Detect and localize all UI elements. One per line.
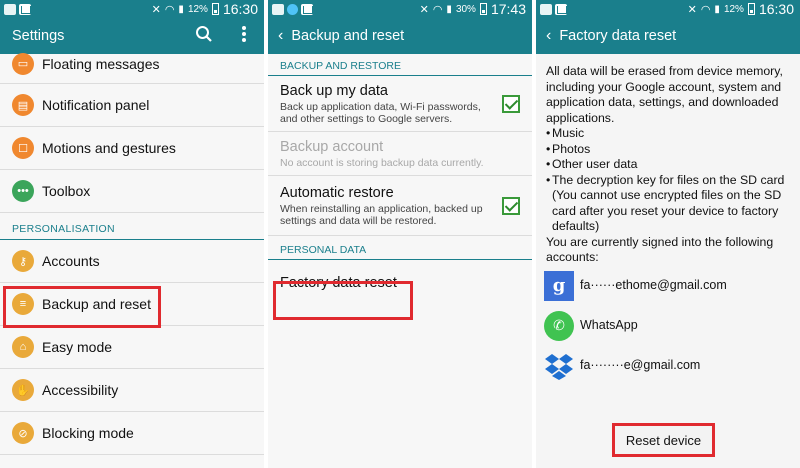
clock: 16:30	[222, 1, 258, 17]
clock: 16:30	[758, 1, 794, 17]
page-title: Settings	[12, 28, 65, 44]
item-summary: Back up application data, Wi-Fi password…	[280, 100, 481, 125]
highlight-box	[273, 281, 413, 320]
settings-list: ▭ Floating messages ▤ Notification panel…	[0, 44, 264, 455]
battery-percent: 12%	[723, 3, 744, 15]
settings-panel: ✕ ◠ ▮ 12% 16:30 Settings ▭ Floating mess…	[0, 0, 264, 468]
factory-reset-panel: ✕ ◠ ▮ 12% 16:30 ‹ Factory data reset All…	[536, 0, 800, 468]
google-icon: g	[544, 270, 574, 301]
settings-item-label: Motions and gestures	[42, 140, 176, 156]
item-title: Automatic restore	[280, 184, 394, 201]
section-header-personal-data: PERSONAL DATA	[268, 236, 532, 260]
battery-icon	[211, 3, 219, 15]
item-summary: No account is storing backup data curren…	[280, 156, 484, 169]
settings-item-label: Toolbox	[42, 183, 91, 199]
backup-my-data-item[interactable]: Back up my data Back up application data…	[268, 76, 532, 132]
battery-icon	[747, 3, 755, 15]
mail-icon	[555, 3, 567, 15]
clock: 17:43	[490, 1, 526, 17]
list-item: • The decryption key for files on the SD …	[546, 172, 785, 187]
automatic-restore-item[interactable]: Automatic restore When reinstalling an a…	[268, 176, 532, 236]
mute-icon: ✕	[151, 3, 161, 16]
notification-panel-icon: ▤	[12, 94, 34, 116]
status-bar: ✕ ◠ ▮ 12% 16:30	[536, 0, 800, 18]
backup-my-data-checkbox[interactable]	[502, 94, 520, 113]
picture-icon	[540, 3, 552, 15]
settings-item-toolbox[interactable]: ••• Toolbox	[0, 170, 264, 213]
whatsapp-icon: ✆	[544, 310, 574, 341]
settings-item-label: Floating messages	[42, 55, 160, 72]
item-title: Backup account	[280, 138, 384, 155]
list-item: • Photos	[546, 141, 591, 156]
settings-item-label: Notification panel	[42, 97, 150, 113]
page-title: Factory data reset	[559, 28, 677, 44]
battery-percent: 30%	[455, 3, 476, 15]
section-header-backup-restore: BACKUP AND RESTORE	[268, 54, 532, 76]
settings-item-label: Accounts	[42, 253, 100, 269]
settings-item-blocking-mode[interactable]: ⊘ Blocking mode	[0, 412, 264, 455]
account-whatsapp: ✆ WhatsApp	[544, 306, 794, 346]
battery-percent: 12%	[187, 3, 208, 15]
settings-item-accounts[interactable]: ⚷ Accounts	[0, 240, 264, 283]
settings-item-label: Easy mode	[42, 339, 113, 355]
highlight-box	[3, 286, 161, 328]
app-bar: ‹ Factory data reset	[536, 18, 800, 54]
settings-item-accessibility[interactable]: ✋ Accessibility	[0, 369, 264, 412]
wifi-icon: ◠	[164, 3, 175, 16]
sync-icon	[287, 3, 298, 15]
mail-icon	[19, 3, 31, 15]
signal-icon: ▮	[714, 3, 720, 15]
settings-item-label: Blocking mode	[42, 425, 134, 441]
encryption-note: (You cannot use encrypted files on the S…	[552, 188, 782, 233]
item-title: Back up my data	[280, 82, 388, 99]
toolbox-icon: •••	[12, 180, 34, 202]
picture-icon	[272, 3, 284, 15]
picture-icon	[4, 3, 16, 15]
item-summary: When reinstalling an application, backed…	[280, 202, 483, 227]
backup-list: BACKUP AND RESTORE Back up my data Back …	[268, 54, 532, 306]
battery-icon	[479, 3, 487, 15]
account-google: g fa······ethome@gmail.com	[544, 266, 794, 306]
wifi-icon: ◠	[432, 3, 443, 16]
app-bar: ‹ Backup and reset	[268, 18, 532, 54]
list-item: • Music	[546, 126, 585, 140]
motions-icon: ☐	[12, 137, 34, 159]
back-arrow-icon[interactable]: ‹	[268, 27, 283, 45]
automatic-restore-checkbox[interactable]	[502, 196, 520, 215]
dropbox-icon	[544, 351, 574, 381]
reset-description: All data will be erased from device memo…	[544, 64, 794, 386]
account-dropbox: fa········e@gmail.com	[544, 346, 794, 386]
back-arrow-icon[interactable]: ‹	[536, 27, 551, 45]
section-header-personalisation: PERSONALISATION	[0, 213, 264, 240]
mute-icon: ✕	[419, 3, 429, 16]
mail-icon	[301, 3, 313, 15]
backup-account-item: Backup account No account is storing bac…	[268, 132, 532, 176]
backup-reset-panel: ✕ ◠ ▮ 30% 17:43 ‹ Backup and reset BACKU…	[268, 0, 532, 468]
list-item: • Other user data	[546, 157, 638, 171]
signal-icon: ▮	[446, 3, 452, 15]
status-bar: ✕ ◠ ▮ 12% 16:30	[0, 0, 264, 18]
status-bar: ✕ ◠ ▮ 30% 17:43	[268, 0, 532, 18]
blocking-icon: ⊘	[12, 422, 34, 444]
reset-device-button[interactable]: Reset device	[612, 423, 715, 457]
intro-text: All data will be erased from device memo…	[546, 64, 783, 125]
home-icon: ⌂	[12, 336, 34, 358]
settings-item-easy-mode[interactable]: ⌂ Easy mode	[0, 326, 264, 369]
settings-item-floating-messages[interactable]: ▭ Floating messages	[0, 44, 264, 84]
settings-item-motions[interactable]: ☐ Motions and gestures	[0, 127, 264, 170]
wifi-icon: ◠	[700, 3, 711, 16]
page-title: Backup and reset	[291, 28, 405, 44]
hand-icon: ✋	[12, 379, 34, 401]
signed-in-text: You are currently signed into the follow…	[546, 234, 774, 265]
signal-icon: ▮	[178, 3, 184, 15]
key-icon: ⚷	[12, 250, 34, 272]
mute-icon: ✕	[687, 3, 697, 16]
settings-item-label: Accessibility	[42, 382, 119, 398]
floating-messages-icon: ▭	[12, 52, 34, 75]
settings-item-notification-panel[interactable]: ▤ Notification panel	[0, 84, 264, 127]
